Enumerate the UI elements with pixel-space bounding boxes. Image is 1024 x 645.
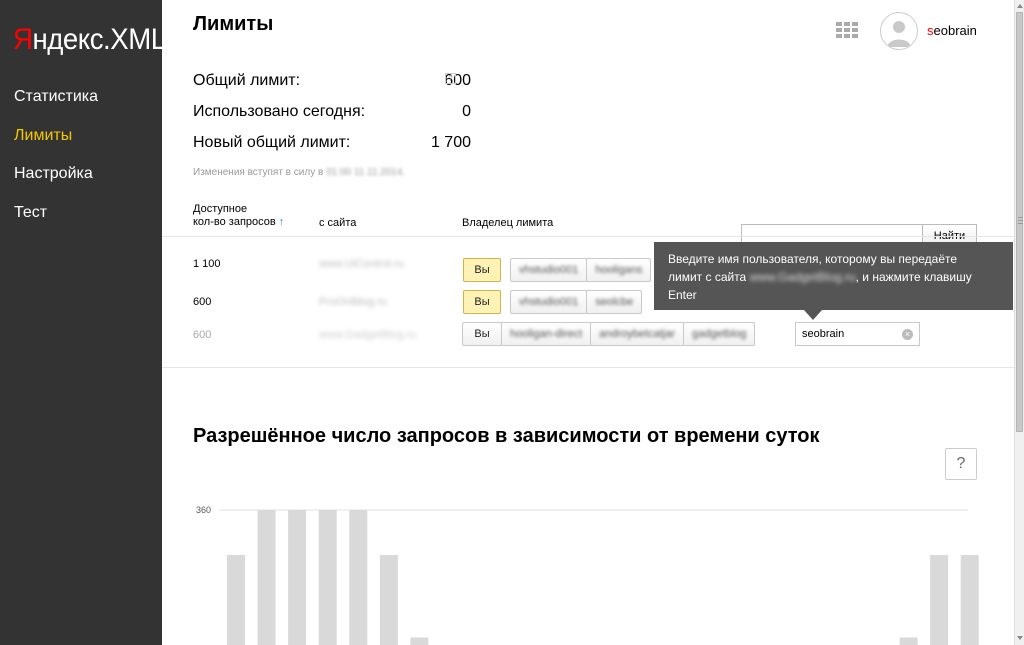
chart-bar[interactable]: [960, 555, 979, 645]
chart-title: Разрешённое число запросов в зависимости…: [193, 425, 820, 447]
hourly-requests-chart: 360: [196, 505, 979, 645]
col-header-available[interactable]: Доступное кол-во запросов ↑: [193, 203, 284, 229]
scrollbar-grip: [1018, 220, 1023, 221]
row-3-owner-2-label: androybetcatjar: [599, 328, 675, 340]
row-2-count: 600: [193, 296, 212, 308]
sidebar-item-limits[interactable]: Лимиты: [14, 125, 98, 164]
yandex-xml-logo[interactable]: Яндекс.XML: [13, 23, 166, 57]
logo-letter: Я: [13, 23, 33, 56]
row-3-owner-button-3[interactable]: gadgetblog: [682, 322, 756, 346]
chart-bar[interactable]: [349, 510, 368, 645]
used-today-value: 0: [462, 103, 471, 120]
sidebar-item-statistics[interactable]: Статистика: [14, 86, 98, 125]
row-3-owner-3-label: gadgetblog: [691, 328, 747, 340]
row-3-owner-group: Вы hooligan-direct androybetcatjar gadge…: [462, 322, 756, 346]
scrollbar-grip: [1018, 223, 1023, 224]
chart-bar[interactable]: [318, 510, 337, 645]
col-header-available-line2: кол-во запросов: [193, 216, 276, 228]
tooltip-line-1: Введите имя пользователя, которому вы пе…: [668, 252, 958, 266]
tooltip-line-2-suffix: , и нажмите клавишу: [855, 270, 972, 284]
row-3-owner-button-2[interactable]: androybetcatjar: [590, 322, 684, 346]
used-today-label: Использовано сегодня:: [193, 103, 366, 120]
chart-bar[interactable]: [899, 637, 918, 645]
tooltip-line-2-prefix: лимит с сайта: [668, 270, 750, 284]
transfer-tooltip: Введите имя пользователя, которому вы пе…: [654, 242, 1013, 310]
sidebar-item-settings[interactable]: Настройка: [14, 163, 98, 202]
row-1-count: 1 100: [193, 258, 221, 270]
tooltip-line-2: лимит с сайта www.GadgetBlog.ru, и нажми…: [668, 268, 999, 286]
new-limit-label: Новый общий лимит:: [193, 134, 351, 151]
effective-note-date: 01:00 11.11.2014.: [326, 167, 406, 178]
col-header-available-line1: Доступное: [193, 203, 248, 215]
tooltip-line-3: Enter: [668, 288, 697, 302]
scrollbar-grip: [1018, 217, 1023, 218]
chart-bar[interactable]: [930, 555, 949, 645]
user-avatar[interactable]: [880, 12, 918, 50]
apps-grid-icon[interactable]: [836, 22, 860, 40]
total-limit-row: Общий лимит: 600: [193, 72, 471, 103]
sidebar: Яндекс.XML Статистика Лимиты Настройка Т…: [0, 0, 166, 645]
scroll-down-arrow-icon[interactable]: [1017, 636, 1023, 640]
effective-note: Изменения вступят в силу в 01:00 11.11.2…: [193, 167, 405, 178]
row-1-owner-button-2[interactable]: hooligans: [586, 258, 652, 282]
new-limit-value: 1 700: [430, 134, 471, 151]
row-3-owner-button-1[interactable]: hooligan-direct: [501, 322, 592, 346]
total-limit-label: Общий лимит:: [193, 72, 301, 89]
table-bottom-divider: [162, 367, 1014, 368]
used-today-row: Использовано сегодня: 0: [193, 103, 471, 134]
sidebar-nav: Статистика Лимиты Настройка Тест: [14, 86, 98, 240]
row-1-owner-1-label: vhstudio001: [519, 264, 579, 276]
row-1-site: www.UiControl.ru: [319, 258, 404, 270]
row-3-site: www.GadgetBlog.ru: [319, 329, 417, 341]
scroll-up-arrow-icon[interactable]: [1017, 4, 1023, 8]
chart-bar[interactable]: [257, 510, 276, 645]
limit-help-icon[interactable]: ?: [445, 73, 456, 84]
row-1-owner-2-label: hooligans: [595, 264, 643, 276]
main-content: Лимиты seobrain Общий лимит: 600 Использ…: [162, 0, 1014, 645]
tooltip-pointer: [804, 310, 822, 320]
row-2-site: ProOnlblog.ru: [319, 296, 387, 308]
new-limit-row: Новый общий лимит: 1 700: [193, 134, 471, 165]
sidebar-item-test[interactable]: Тест: [14, 202, 98, 241]
limits-summary: Общий лимит: 600 Использовано сегодня: 0…: [193, 72, 471, 165]
table-header-divider: [162, 236, 1014, 237]
row-2-owner-1-label: vhstudio001: [519, 296, 579, 308]
row-3-owner-1-label: hooligan-direct: [510, 328, 583, 340]
y-tick-label: 360: [196, 505, 211, 515]
user-silhouette-icon: [887, 21, 911, 47]
col-header-site: с сайта: [319, 217, 357, 229]
row-2-owner-button-1[interactable]: vhstudio001: [510, 290, 588, 314]
username[interactable]: seobrain: [927, 23, 977, 38]
transfer-owner-value: seobrain: [802, 328, 845, 340]
row-2-owner-button-2[interactable]: seolcbe: [586, 290, 643, 314]
row-2-owner-group: Вы vhstudio001 seolcbe: [463, 290, 643, 314]
row-3-you-button[interactable]: Вы: [462, 322, 502, 346]
vertical-scrollbar[interactable]: [1014, 0, 1024, 645]
effective-note-text: Изменения вступят в силу в: [193, 167, 327, 178]
logo-text: ндекс.XML: [32, 23, 166, 56]
row-1-owner-group: Вы vhstudio001 hooligans: [463, 258, 652, 282]
tooltip-site: www.GadgetBlog.ru: [749, 270, 856, 284]
username-rest: eobrain: [933, 23, 977, 38]
row-2-you-button[interactable]: Вы: [463, 290, 501, 314]
row-2-owner-2-label: seolcbe: [595, 296, 634, 308]
transfer-owner-input[interactable]: seobrain ×: [795, 322, 920, 346]
chart-help-button[interactable]: ?: [945, 448, 977, 480]
row-3-count: 600: [193, 329, 212, 341]
sort-arrow-icon[interactable]: ↑: [279, 216, 285, 228]
page-title: Лимиты: [193, 13, 274, 35]
chart-bar[interactable]: [227, 555, 245, 645]
chart-bar[interactable]: [410, 637, 429, 645]
col-header-owner: Владелец лимита: [462, 217, 554, 229]
row-1-you-button[interactable]: Вы: [463, 258, 501, 282]
chart-bar[interactable]: [288, 510, 307, 645]
row-1-owner-button-1[interactable]: vhstudio001: [510, 258, 588, 282]
scrollbar-thumb[interactable]: [1016, 12, 1023, 432]
clear-icon[interactable]: ×: [902, 329, 913, 340]
chart-bar[interactable]: [379, 555, 398, 645]
